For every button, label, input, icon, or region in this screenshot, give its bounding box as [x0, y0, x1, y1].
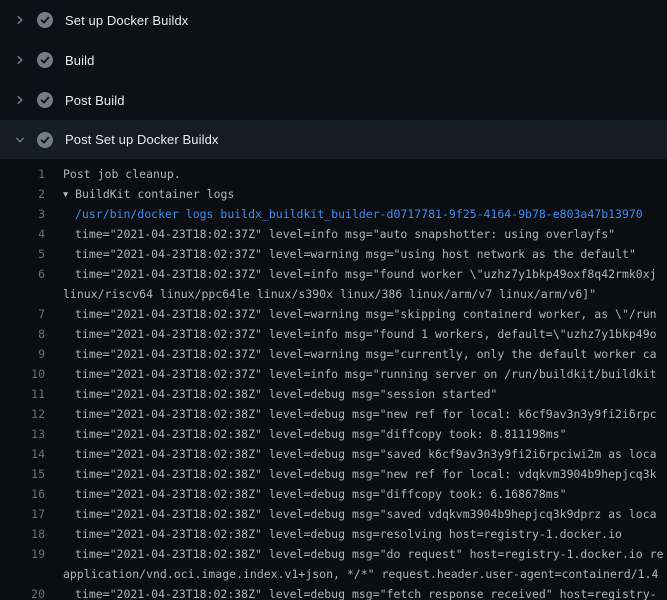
log-viewer[interactable]: 1 Post job cleanup. 2 ▼BuildKit containe…: [0, 159, 667, 600]
step-row-post-build[interactable]: Post Build: [0, 80, 667, 120]
step-row-post-set-up-docker-buildx[interactable]: Post Set up Docker Buildx: [0, 120, 667, 159]
log-line-number[interactable]: 3: [0, 207, 45, 221]
log-line-number[interactable]: 20: [0, 587, 45, 600]
log-line: 17 time="2021-04-23T18:02:38Z" level=deb…: [0, 504, 667, 524]
log-line-text: time="2021-04-23T18:02:37Z" level=info m…: [45, 267, 657, 281]
step-label: Set up Docker Buildx: [65, 13, 188, 28]
log-line-text: time="2021-04-23T18:02:37Z" level=warnin…: [45, 247, 636, 261]
step-row-build[interactable]: Build: [0, 40, 667, 80]
log-line: 9 time="2021-04-23T18:02:37Z" level=warn…: [0, 344, 667, 364]
log-line-text: time="2021-04-23T18:02:38Z" level=debug …: [45, 467, 657, 481]
log-line: 1 Post job cleanup.: [0, 164, 667, 184]
log-group-header[interactable]: 2 ▼BuildKit container logs: [0, 184, 667, 204]
log-line-number[interactable]: 16: [0, 487, 45, 501]
log-line-text: time="2021-04-23T18:02:38Z" level=debug …: [45, 387, 497, 401]
log-line: 16 time="2021-04-23T18:02:38Z" level=deb…: [0, 484, 667, 504]
log-line-text: application/vnd.oci.image.index.v1+json,…: [45, 567, 658, 581]
log-line-number[interactable]: 13: [0, 427, 45, 441]
log-line-text: time="2021-04-23T18:02:38Z" level=debug …: [45, 447, 657, 461]
log-line-text: time="2021-04-23T18:02:38Z" level=debug …: [45, 427, 567, 441]
log-line-number[interactable]: 6: [0, 267, 45, 281]
log-line-number[interactable]: 15: [0, 467, 45, 481]
log-line: 15 time="2021-04-23T18:02:38Z" level=deb…: [0, 464, 667, 484]
log-line-number[interactable]: 8: [0, 327, 45, 341]
log-line-text: linux/riscv64 linux/ppc64le linux/s390x …: [45, 287, 596, 301]
steps-list: Set up Docker Buildx Build Post Build Po…: [0, 0, 667, 159]
step-label: Build: [65, 53, 94, 68]
log-line-number[interactable]: 9: [0, 347, 45, 361]
log-line-number[interactable]: 11: [0, 387, 45, 401]
log-line-text: time="2021-04-23T18:02:38Z" level=debug …: [45, 547, 664, 561]
log-line-text: ▼BuildKit container logs: [45, 187, 234, 201]
log-line-number[interactable]: 2: [0, 187, 45, 201]
check-circle-icon: [37, 52, 53, 68]
log-line: 13 time="2021-04-23T18:02:38Z" level=deb…: [0, 424, 667, 444]
log-line-number[interactable]: 10: [0, 367, 45, 381]
check-circle-icon: [37, 12, 53, 28]
log-line: 5 time="2021-04-23T18:02:37Z" level=warn…: [0, 244, 667, 264]
group-collapse-toggle-icon[interactable]: ▼: [63, 190, 68, 200]
log-line-text: /usr/bin/docker logs buildx_buildkit_bui…: [45, 207, 643, 221]
log-line-text: time="2021-04-23T18:02:38Z" level=debug …: [45, 507, 657, 521]
log-line-number[interactable]: 18: [0, 527, 45, 541]
chevron-right-icon[interactable]: [14, 54, 26, 66]
log-line: 18 time="2021-04-23T18:02:38Z" level=deb…: [0, 524, 667, 544]
log-line-text: time="2021-04-23T18:02:38Z" level=debug …: [45, 587, 657, 600]
chevron-down-icon[interactable]: [14, 134, 26, 146]
log-line: 10 time="2021-04-23T18:02:37Z" level=inf…: [0, 364, 667, 384]
log-line: application/vnd.oci.image.index.v1+json,…: [0, 564, 667, 584]
log-line: 6 time="2021-04-23T18:02:37Z" level=info…: [0, 264, 667, 284]
log-line: 11 time="2021-04-23T18:02:38Z" level=deb…: [0, 384, 667, 404]
log-line-text: Post job cleanup.: [45, 167, 181, 181]
log-line-number[interactable]: 19: [0, 547, 45, 561]
log-line-text: time="2021-04-23T18:02:38Z" level=debug …: [45, 487, 567, 501]
log-line-number[interactable]: 12: [0, 407, 45, 421]
log-line-text: time="2021-04-23T18:02:37Z" level=warnin…: [45, 307, 657, 321]
log-line-text: time="2021-04-23T18:02:37Z" level=warnin…: [45, 347, 657, 361]
log-line: 19 time="2021-04-23T18:02:38Z" level=deb…: [0, 544, 667, 564]
chevron-right-icon[interactable]: [14, 94, 26, 106]
step-row-set-up-docker-buildx[interactable]: Set up Docker Buildx: [0, 0, 667, 40]
log-command-line: 3 /usr/bin/docker logs buildx_buildkit_b…: [0, 204, 667, 224]
log-line-text: time="2021-04-23T18:02:38Z" level=debug …: [45, 407, 657, 421]
log-line-text: time="2021-04-23T18:02:38Z" level=debug …: [45, 527, 622, 541]
log-line-text: time="2021-04-23T18:02:37Z" level=info m…: [45, 227, 615, 241]
log-line: 14 time="2021-04-23T18:02:38Z" level=deb…: [0, 444, 667, 464]
chevron-right-icon[interactable]: [14, 14, 26, 26]
actions-log-pane: Set up Docker Buildx Build Post Build Po…: [0, 0, 667, 600]
log-line: 7 time="2021-04-23T18:02:37Z" level=warn…: [0, 304, 667, 324]
log-line-number[interactable]: 7: [0, 307, 45, 321]
step-label: Post Set up Docker Buildx: [65, 132, 219, 147]
log-line: 12 time="2021-04-23T18:02:38Z" level=deb…: [0, 404, 667, 424]
log-line: 8 time="2021-04-23T18:02:37Z" level=info…: [0, 324, 667, 344]
log-line-number[interactable]: 14: [0, 447, 45, 461]
log-line: 4 time="2021-04-23T18:02:37Z" level=info…: [0, 224, 667, 244]
log-line-number[interactable]: 17: [0, 507, 45, 521]
log-line: linux/riscv64 linux/ppc64le linux/s390x …: [0, 284, 667, 304]
check-circle-icon: [37, 92, 53, 108]
log-line-number[interactable]: 1: [0, 167, 45, 181]
log-line-text: time="2021-04-23T18:02:37Z" level=info m…: [45, 367, 657, 381]
log-line-text: time="2021-04-23T18:02:37Z" level=info m…: [45, 327, 657, 341]
log-line: 20 time="2021-04-23T18:02:38Z" level=deb…: [0, 584, 667, 600]
log-line-number[interactable]: 4: [0, 227, 45, 241]
check-circle-icon: [37, 132, 53, 148]
log-line-number[interactable]: 5: [0, 247, 45, 261]
step-label: Post Build: [65, 93, 125, 108]
